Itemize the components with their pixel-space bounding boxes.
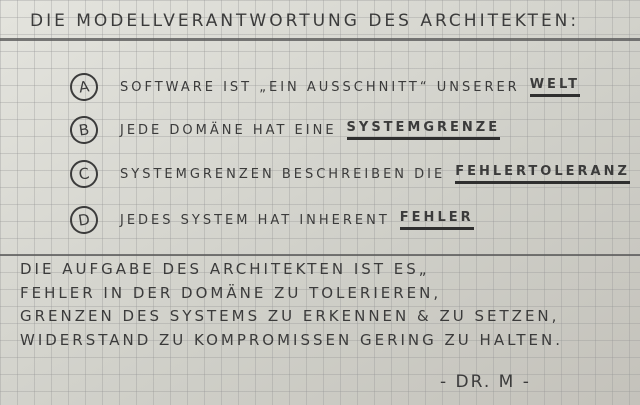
list-item-b: B Jede Domäne hat eine Systemgrenze bbox=[68, 114, 501, 146]
circled-letter-icon: D bbox=[68, 204, 100, 236]
signature: - Dr. M - bbox=[440, 372, 531, 392]
circled-letter-icon: A bbox=[68, 71, 100, 103]
paragraph-line: Grenzen des Systems zu erkennen & zu set… bbox=[20, 307, 560, 325]
statement-text: Systemgrenzen beschreiben die bbox=[120, 166, 446, 182]
list-item-d: D Jedes System hat inherent Fehler bbox=[68, 204, 474, 236]
circled-letter-icon: C bbox=[68, 158, 100, 190]
list-item-c: C Systemgrenzen beschreiben die Fehlerto… bbox=[68, 158, 630, 190]
paragraph-line: Fehler in der Domäne zu tolerieren, bbox=[20, 283, 442, 302]
statement-keyword: Welt bbox=[529, 77, 580, 97]
statement-keyword: Systemgrenze bbox=[346, 120, 501, 140]
circled-letter-icon: B bbox=[68, 114, 100, 146]
statement-keyword: Fehlertoleranz bbox=[455, 164, 630, 184]
statement-text: Jedes System hat inherent bbox=[120, 212, 390, 228]
paragraph-line: Widerstand zu Kompromissen gering zu hal… bbox=[20, 330, 564, 349]
section-divider bbox=[0, 254, 640, 256]
statement-text: Jede Domäne hat eine bbox=[120, 122, 337, 138]
statement-keyword: Fehler bbox=[399, 210, 474, 230]
page-title: Die Modellverantwortung des Architekten: bbox=[30, 11, 580, 31]
statement-text: Software ist „ein Ausschnitt“ unserer bbox=[120, 79, 520, 95]
conclusion-paragraph: Die Aufgabe des Architekten ist es„ Fehl… bbox=[20, 258, 563, 352]
paragraph-line: Die Aufgabe des Architekten ist es„ bbox=[20, 260, 430, 278]
list-item-a: A Software ist „ein Ausschnitt“ unserer … bbox=[68, 71, 580, 103]
title-divider bbox=[0, 38, 640, 41]
